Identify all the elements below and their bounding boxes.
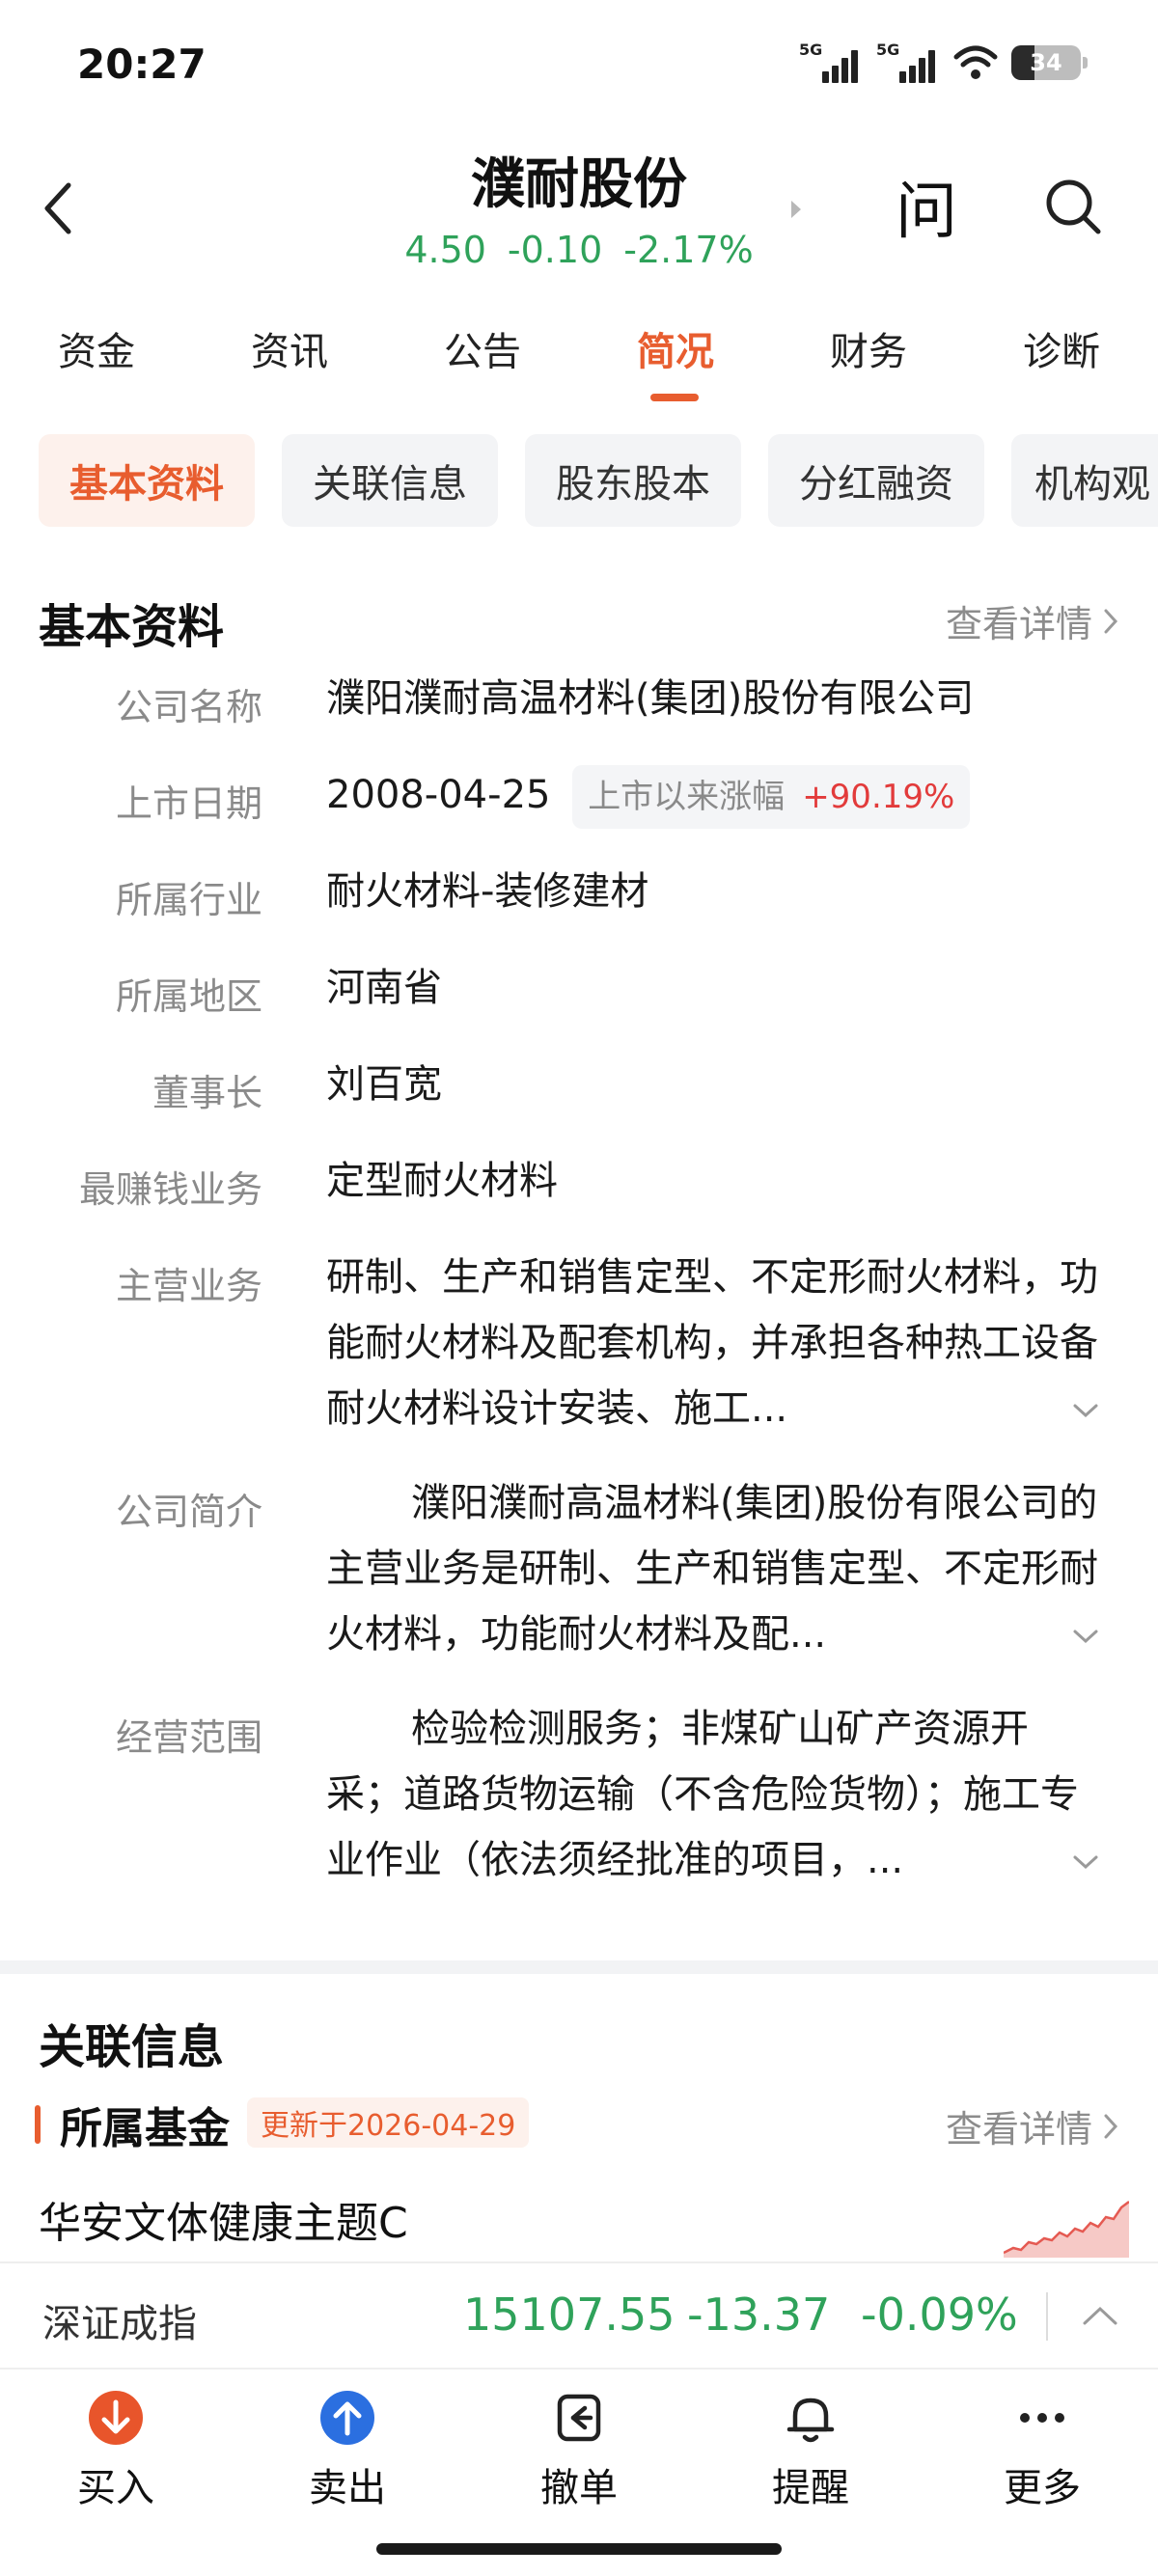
buy-button[interactable]: 买入 <box>0 2371 232 2516</box>
bell-icon <box>782 2389 840 2447</box>
expand-index-button[interactable] <box>1079 2294 1121 2337</box>
info-key: 上市日期 <box>115 782 262 825</box>
cancel-order-button[interactable]: 撤单 <box>463 2371 695 2516</box>
chevron-right-icon <box>1104 2114 1118 2138</box>
listing-date: 2008-04-25 <box>326 773 551 817</box>
cancel-order-icon <box>550 2389 608 2447</box>
sub-tabs: 基本资料 关联信息 股东股本 分红融资 机构观 <box>39 434 1158 527</box>
cellular-signal-icon-2: 5G <box>876 41 940 85</box>
info-value: 濮阳濮耐高温材料(集团)股份有限公司的主营业务是研制、生产和销售定型、不定形耐火… <box>326 1481 1098 1657</box>
cellular-signal-icon: 5G <box>799 41 863 85</box>
back-button[interactable] <box>29 170 87 247</box>
info-key: 所属行业 <box>115 879 262 921</box>
stock-header: 濮耐股份 4.50 -0.10 -2.17% 问 <box>0 135 1158 289</box>
info-value: 检验检测服务；非煤矿山矿产资源开采；道路货物运输（不含危险货物）；施工专业作业（… <box>326 1707 1079 1882</box>
subtab-institutions[interactable]: 机构观 <box>1011 434 1158 527</box>
info-value: 研制、生产和销售定型、不定形耐火材料，功能耐火材料及配套机构，并承担各种热工设备… <box>326 1255 1098 1431</box>
status-bar: 20:27 5G 5G 34 <box>0 0 1158 135</box>
status-time: 20:27 <box>77 41 207 88</box>
chevron-left-icon <box>44 182 71 234</box>
gain-since-listing-badge: 上市以来涨幅 +90.19% <box>572 765 971 829</box>
more-icon <box>1013 2389 1071 2447</box>
buy-icon <box>87 2389 145 2447</box>
info-value[interactable]: 耐火材料-装修建材 <box>326 859 1106 924</box>
view-details-link[interactable]: 查看详情 <box>946 2099 1119 2152</box>
fund-section-header: 所属基金 更新于2026-04-29 查看详情 <box>35 2094 1119 2153</box>
status-icons: 5G 5G 34 <box>799 41 1088 85</box>
more-button[interactable]: 更多 <box>926 2371 1158 2516</box>
info-key: 所属地区 <box>115 975 262 1018</box>
index-change: -13.37 <box>687 2288 831 2341</box>
subtab-shareholders[interactable]: 股东股本 <box>525 434 741 527</box>
battery-icon: 34 <box>1011 45 1088 80</box>
tab-financials[interactable]: 财务 <box>772 318 965 405</box>
stock-title-block[interactable]: 濮耐股份 4.50 -0.10 -2.17% <box>347 141 811 271</box>
section-divider <box>0 1960 1158 1974</box>
fund-name[interactable]: 华安文体健康主题C <box>39 2188 408 2250</box>
info-value: 2008-04-25 上市以来涨幅 +90.19% <box>326 762 1106 829</box>
search-icon <box>1046 179 1101 234</box>
tab-announcements[interactable]: 公告 <box>386 318 579 405</box>
info-value: 河南省 <box>326 966 442 1010</box>
tab-news[interactable]: 资讯 <box>193 318 386 405</box>
main-tabs: 资金 资讯 公告 简况 财务 诊断 <box>0 318 1158 405</box>
bottom-action-bar: 买入 卖出 撤单 提醒 更多 <box>0 2371 1158 2516</box>
sell-button[interactable]: 卖出 <box>232 2371 463 2516</box>
info-value: 刘百宽 <box>326 1062 442 1107</box>
tab-diagnosis[interactable]: 诊断 <box>965 318 1158 405</box>
chevron-down-icon[interactable] <box>1071 1627 1100 1646</box>
stock-quote: 4.50 -0.10 -2.17% <box>347 229 811 271</box>
info-value: 定型耐火材料 <box>326 1159 558 1203</box>
index-value: 15107.55 <box>463 2288 676 2341</box>
tab-fund-flow[interactable]: 资金 <box>0 318 193 405</box>
sell-icon <box>318 2389 376 2447</box>
view-details-link[interactable]: 查看详情 <box>946 594 1119 647</box>
stock-name: 濮耐股份 <box>471 153 687 216</box>
info-key: 公司名称 <box>115 686 262 728</box>
stock-change-pct: -2.17% <box>623 229 754 271</box>
chevron-down-icon[interactable] <box>1071 1852 1100 1872</box>
fund-section-title: 所属基金 <box>60 2104 230 2153</box>
section-title: 基本资料 <box>39 600 225 654</box>
chevron-up-icon <box>1083 2306 1117 2325</box>
wifi-icon <box>953 45 998 79</box>
section-title: 关联信息 <box>39 2020 225 2074</box>
fund-sparkline <box>1004 2201 1129 2258</box>
next-stock-arrow-icon[interactable] <box>787 195 807 224</box>
stock-price: 4.50 <box>404 229 486 271</box>
index-ticker-bar[interactable]: 深证成指 15107.55 -13.37 -0.09% <box>0 2261 1158 2370</box>
basic-info-header: 基本资料 查看详情 <box>39 583 1119 654</box>
info-value: 濮阳濮耐高温材料(集团)股份有限公司 <box>326 676 975 721</box>
subtab-dividends[interactable]: 分红融资 <box>768 434 984 527</box>
tab-overview[interactable]: 简况 <box>579 318 772 405</box>
home-indicator[interactable] <box>376 2543 782 2555</box>
chevron-right-icon <box>1104 609 1118 633</box>
subtab-basic-info[interactable]: 基本资料 <box>39 434 255 527</box>
stock-change: -0.10 <box>507 229 603 271</box>
info-key: 最赚钱业务 <box>78 1168 262 1211</box>
accent-bar <box>35 2105 41 2144</box>
ask-button[interactable]: 问 <box>890 170 963 248</box>
reminder-button[interactable]: 提醒 <box>695 2371 926 2516</box>
info-key: 主营业务 <box>115 1265 262 1307</box>
related-info-header: 关联信息 <box>39 2003 1119 2074</box>
info-key: 公司简介 <box>115 1491 262 1533</box>
info-key: 经营范围 <box>115 1716 262 1759</box>
index-change-pct: -0.09% <box>861 2288 1018 2341</box>
subtab-related-info[interactable]: 关联信息 <box>282 434 498 527</box>
index-name: 深证成指 <box>42 2302 197 2346</box>
updated-badge: 更新于2026-04-29 <box>247 2097 530 2148</box>
search-button[interactable] <box>1036 170 1110 243</box>
divider <box>1046 2292 1048 2341</box>
chevron-down-icon[interactable] <box>1071 1401 1100 1420</box>
info-key: 董事长 <box>152 1072 262 1114</box>
